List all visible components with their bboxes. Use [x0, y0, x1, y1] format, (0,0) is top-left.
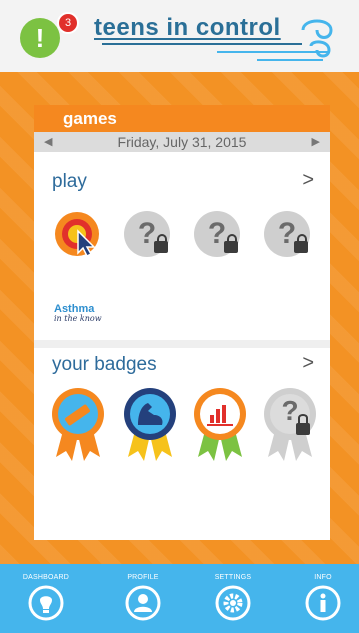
lock-icon: [224, 234, 238, 253]
swirl-icon: [301, 19, 333, 58]
badge-locked[interactable]: ?: [262, 387, 318, 468]
nav-info[interactable]: INFO: [287, 564, 359, 633]
alert-icon[interactable]: !: [20, 18, 60, 58]
asthma-game-label: Asthma in the know: [54, 304, 102, 323]
badge-progress[interactable]: [192, 387, 248, 468]
play-section-title: play: [52, 171, 87, 192]
locked-game-3[interactable]: ?: [264, 211, 310, 257]
card-header: games: [34, 105, 330, 132]
gear-icon: [215, 585, 251, 621]
games-card: games ◀ Friday, July 31, 2015 ▶ play > A…: [34, 105, 330, 540]
bottom-nav: DASHBOARD PROFILE SETTINGS INFO: [0, 564, 359, 633]
date-bar: ◀ Friday, July 31, 2015 ▶: [34, 132, 330, 152]
lock-icon: [294, 234, 308, 253]
user-icon: [125, 585, 161, 621]
chart-badge-icon: [194, 388, 246, 461]
lock-icon: [154, 234, 168, 253]
inhaler-badge-icon: [52, 388, 104, 461]
muscle-badge-icon: [124, 388, 176, 461]
nav-settings[interactable]: SETTINGS: [197, 564, 269, 633]
locked-game-1[interactable]: ?: [124, 211, 170, 257]
question-mark-icon: ?: [281, 395, 299, 426]
games-panel-background: games ◀ Friday, July 31, 2015 ▶ play > A…: [0, 72, 359, 564]
badges-more-button[interactable]: >: [302, 352, 314, 375]
section-divider: [34, 340, 330, 348]
nav-label: SETTINGS: [214, 574, 252, 581]
asthma-game-tagline: in the know: [54, 314, 102, 323]
info-icon: [305, 585, 341, 621]
nav-dashboard[interactable]: DASHBOARD: [10, 564, 82, 633]
nav-label: DASHBOARD: [22, 574, 70, 581]
next-day-button[interactable]: ▶: [312, 135, 320, 148]
badge-inhaler[interactable]: [50, 387, 106, 468]
bulb-icon: [28, 585, 64, 621]
nav-label: PROFILE: [127, 574, 159, 581]
badge-strength[interactable]: [122, 387, 178, 468]
date-label: Friday, July 31, 2015: [117, 134, 247, 150]
target-cursor-icon: [55, 212, 99, 258]
notification-count-badge: 3: [57, 12, 79, 34]
nav-profile[interactable]: PROFILE: [107, 564, 179, 633]
locked-game-2[interactable]: ?: [194, 211, 240, 257]
app-header: ! 3 teens in control: [0, 0, 359, 72]
card-title: games: [63, 109, 117, 128]
game-asthma-in-the-know[interactable]: [54, 211, 100, 262]
badges-section-title: your badges: [52, 354, 157, 375]
play-more-button[interactable]: >: [302, 169, 314, 192]
nav-label: INFO: [314, 574, 332, 581]
